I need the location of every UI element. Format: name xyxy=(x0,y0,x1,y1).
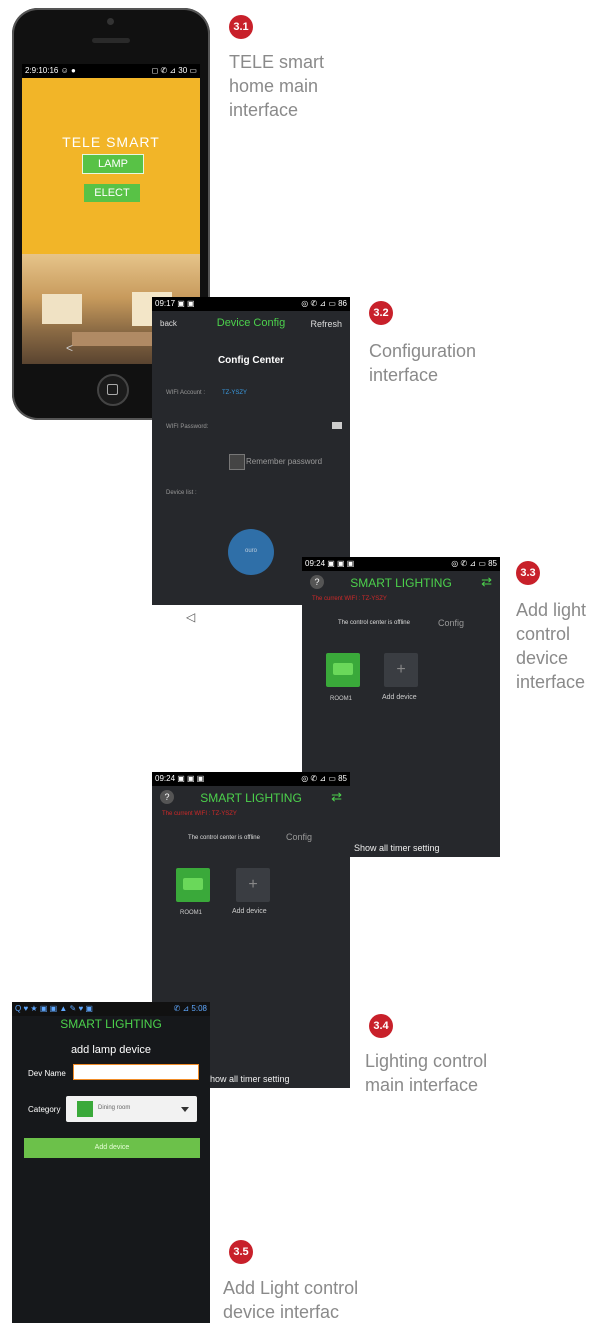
add-device-label: Add device xyxy=(232,908,267,915)
category-select[interactable]: Dining room xyxy=(66,1096,197,1122)
remember-label: Remember password xyxy=(246,457,323,466)
room-tile[interactable] xyxy=(176,868,210,902)
sofa-icon xyxy=(333,663,353,675)
refresh-link[interactable]: Refresh xyxy=(310,319,342,329)
status-bar: 09:17 ▣ ▣ ◎ ✆ ⊿ ▭ 86 xyxy=(152,297,350,311)
wifi-account-value: TZ-YSZY xyxy=(222,390,247,396)
status-right: ◎ ✆ ⊿ ▭ 85 xyxy=(451,559,497,568)
sofa-icon xyxy=(183,878,203,890)
step-caption-3-3: Add light control device interface xyxy=(516,600,587,692)
offline-text: The control center is offline xyxy=(338,620,410,626)
step-caption-3-1: TELE smart home main interface xyxy=(229,52,325,120)
category-value: Dining room xyxy=(98,1105,131,1111)
remember-checkbox[interactable] xyxy=(229,454,245,470)
current-wifi-text: The current WIFI : TZ-YSZY xyxy=(162,811,237,817)
current-wifi-text: The current WIFI : TZ-YSZY xyxy=(312,596,387,602)
wifi-password-label: WIFI Password: xyxy=(166,424,209,430)
add-device-tile[interactable]: + xyxy=(236,868,270,902)
dev-name-input[interactable] xyxy=(73,1064,199,1080)
status-left: 09:24 ▣ ▣ ▣ xyxy=(155,774,205,783)
room-label: ROOM1 xyxy=(180,910,203,916)
category-thumbnail-icon xyxy=(77,1101,93,1117)
refresh-icon[interactable]: ⇄ xyxy=(481,574,492,590)
dev-name-label: Dev Name xyxy=(28,1069,66,1078)
status-bar: 09:24 ▣ ▣ ▣ ◎ ✆ ⊿ ▭ 85 xyxy=(152,772,350,786)
config-link[interactable]: Config xyxy=(286,832,312,842)
status-bar: 2:9:10:16 ☺ ● ◻ ✆ ⊿ 30 ▭ xyxy=(22,64,200,78)
phone-camera xyxy=(107,18,114,25)
app-title: SMART LIGHTING xyxy=(200,791,302,805)
status-left: 09:24 ▣ ▣ ▣ xyxy=(305,559,355,568)
step-caption-3-2: Configuration interface xyxy=(369,341,477,385)
form-heading: add lamp device xyxy=(70,1044,152,1056)
lamp-button[interactable]: LAMP xyxy=(82,154,144,174)
keyboard-icon[interactable] xyxy=(332,422,342,429)
chevron-down-icon xyxy=(181,1107,189,1112)
elect-button[interactable]: ELECT xyxy=(84,184,140,202)
nav-back-icon[interactable]: ◁ xyxy=(186,610,195,624)
add-lamp-screen: Q ♥ ★ ▣ ▣ ▲ ✎ ♥ ▣ ✆ ⊿ 5:08 SMART LIGHTIN… xyxy=(12,1002,210,1323)
step-badge-3-3: 3.3 xyxy=(516,561,540,585)
category-label: Category xyxy=(28,1105,61,1114)
status-right: ◎ ✆ ⊿ ▭ 85 xyxy=(301,774,347,783)
step-caption-3-4: Lighting control main interface xyxy=(365,1051,488,1095)
add-device-label: Add device xyxy=(382,694,417,701)
home-square-icon xyxy=(107,384,118,395)
room-label: ROOM1 xyxy=(330,696,353,702)
status-right: ◻ ✆ ⊿ 30 ▭ xyxy=(151,66,197,75)
status-right: ◎ ✆ ⊿ ▭ 86 xyxy=(301,299,347,308)
timer-label[interactable]: Show all timer setting xyxy=(354,843,440,853)
status-bar: Q ♥ ★ ▣ ▣ ▲ ✎ ♥ ▣ ✆ ⊿ 5:08 xyxy=(12,1002,210,1016)
home-button[interactable] xyxy=(97,374,129,406)
phone-speaker xyxy=(92,38,130,43)
status-bar: 09:24 ▣ ▣ ▣ ◎ ✆ ⊿ ▭ 85 xyxy=(302,557,500,571)
step-badge-3-5: 3.5 xyxy=(229,1240,253,1264)
status-left: 2:9:10:16 ☺ ● xyxy=(25,66,76,75)
refresh-icon[interactable]: ⇄ xyxy=(331,789,342,805)
wifi-account-label: WIFI Account : xyxy=(166,390,206,396)
step-badge-3-4: 3.4 xyxy=(369,1014,393,1038)
config-link[interactable]: Config xyxy=(438,618,464,628)
step-badge-3-1: 3.1 xyxy=(229,15,253,39)
add-device-button[interactable]: Add device xyxy=(24,1138,200,1158)
center-title: Config Center xyxy=(217,355,285,366)
app-title: TELE SMART xyxy=(62,134,160,150)
status-left: 09:17 ▣ ▣ xyxy=(155,299,195,308)
device-list-label: Device list : xyxy=(166,490,197,496)
status-right: ✆ ⊿ 5:08 xyxy=(173,1004,207,1013)
step-badge-3-2: 3.2 xyxy=(369,301,393,325)
config-start-label: ouro xyxy=(244,548,257,554)
add-device-tile[interactable]: + xyxy=(384,653,418,687)
step-caption-3-5: Add Light control device interfac xyxy=(223,1278,359,1322)
status-left: Q ♥ ★ ▣ ▣ ▲ ✎ ♥ ▣ xyxy=(15,1004,93,1013)
timer-label[interactable]: how all timer setting xyxy=(210,1074,290,1084)
config-start-button[interactable]: ouro xyxy=(228,529,274,575)
offline-text: The control center is offline xyxy=(188,835,260,841)
room-tile[interactable] xyxy=(326,653,360,687)
app-title: SMART LIGHTING xyxy=(60,1017,162,1031)
app-title: SMART LIGHTING xyxy=(350,576,452,590)
phone-nav-back[interactable]: < xyxy=(66,341,73,355)
